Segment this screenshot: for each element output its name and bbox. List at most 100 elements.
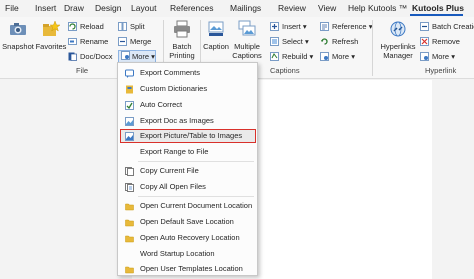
menu-item-label: Export Comments — [140, 68, 201, 77]
tab-view[interactable]: View — [318, 3, 336, 13]
group-file-label: File — [76, 66, 89, 75]
more-label: More — [132, 52, 150, 61]
tab-layout[interactable]: Layout — [131, 3, 157, 13]
menu-item-copy-current-file[interactable]: Copy Current File — [120, 164, 256, 178]
rename-button[interactable]: Rename — [68, 36, 108, 48]
chevron-down-icon: ▾ — [351, 52, 355, 61]
insert-button[interactable]: Insert ▾ — [270, 21, 307, 33]
captions-more-label: More — [332, 52, 350, 61]
tab-file[interactable]: File — [5, 3, 19, 13]
tab-kutools-plus[interactable]: Kutools Plus — [412, 3, 464, 13]
menu-separator — [138, 161, 254, 162]
merge-label: Merge — [130, 37, 152, 46]
star-icon — [43, 20, 61, 36]
reference-button[interactable]: Reference ▾ — [320, 21, 372, 33]
snapshot-label: Snapshot — [2, 42, 34, 51]
menu-item-label: Export Range to File — [140, 147, 209, 156]
menu-item-label: Copy Current File — [140, 166, 199, 175]
refresh-button[interactable]: Refresh — [320, 36, 358, 48]
multiple-captions-button[interactable]: Multiple Captions — [231, 20, 263, 60]
caption-button[interactable]: Caption — [202, 20, 230, 51]
menu-item-label: Open Default Save Location — [140, 217, 234, 226]
batch-creation-button[interactable]: Batch Creation — [420, 21, 474, 33]
menu-item-copy-all-open-files[interactable]: Copy All Open Files — [120, 180, 256, 194]
tab-kutools[interactable]: Kutools ™ — [368, 3, 407, 13]
multiple-captions-label-2: Captions — [232, 51, 262, 60]
menu-item-label: Auto Correct — [140, 100, 183, 109]
menu-item-label: Copy All Open Files — [140, 182, 206, 191]
menu-item-word-startup-location[interactable]: Word Startup Location — [120, 247, 256, 261]
select-button[interactable]: Select ▾ — [270, 36, 309, 48]
menu-item-export-picture-table-to-images[interactable]: Export Picture/Table to Images — [120, 129, 256, 143]
menu-item-label: Export Picture/Table to Images — [140, 131, 243, 140]
picture-export-icon — [125, 132, 134, 141]
copy-file-icon — [125, 167, 134, 176]
group-hyperlink-label: Hyperlink — [425, 66, 457, 75]
chevron-down-icon: ▾ — [304, 37, 309, 46]
menu-item-export-range-to-file[interactable]: Export Range to File — [120, 145, 256, 159]
insert-icon — [270, 22, 279, 31]
rebuild-icon — [270, 52, 279, 61]
chevron-down-icon: ▾ — [151, 52, 155, 61]
menu-item-open-auto-recovery-location[interactable]: Open Auto Recovery Location — [120, 231, 256, 245]
menu-item-label: Open Auto Recovery Location — [140, 233, 240, 242]
chevron-down-icon: ▾ — [451, 52, 455, 61]
select-icon — [270, 37, 279, 46]
split-label: Split — [130, 22, 145, 31]
remove-icon — [420, 37, 429, 46]
menu-item-export-doc-as-images[interactable]: Export Doc as Images — [120, 114, 256, 128]
menu-item-custom-dictionaries[interactable]: Custom Dictionaries — [120, 82, 256, 96]
copy-files-icon — [125, 183, 134, 192]
tab-draw[interactable]: Draw — [64, 3, 84, 13]
insert-label: Insert — [282, 22, 301, 31]
menu-item-label: Word Startup Location — [140, 249, 215, 258]
favorites-label: Favorites — [35, 42, 67, 51]
doc-docx-button[interactable]: Doc/Docx — [68, 51, 113, 63]
export-comments-icon — [125, 69, 134, 78]
remove-label: Remove — [432, 37, 460, 46]
more-icon — [121, 51, 130, 60]
hyperlink-more-button[interactable]: More ▾ — [420, 51, 455, 63]
remove-button[interactable]: Remove — [420, 36, 460, 48]
menu-item-open-current-document-location[interactable]: Open Current Document Location — [120, 199, 256, 213]
more-icon — [320, 52, 329, 61]
doc-convert-icon — [68, 52, 77, 61]
hyperlinks-manager-label-2: Manager — [383, 51, 413, 60]
reload-button[interactable]: Reload — [68, 21, 104, 33]
tab-references[interactable]: References — [170, 3, 213, 13]
tab-help[interactable]: Help — [348, 3, 365, 13]
hyperlinks-manager-button[interactable]: Hyperlinks Manager — [378, 20, 418, 60]
snapshot-button[interactable]: Snapshot — [2, 20, 34, 51]
menu-item-open-user-templates-location[interactable]: Open User Templates Location — [120, 262, 256, 276]
group-divider — [372, 20, 373, 76]
favorites-button[interactable]: Favorites — [35, 20, 67, 51]
tab-design[interactable]: Design — [95, 3, 121, 13]
tab-mailings[interactable]: Mailings — [230, 3, 261, 13]
more-dropdown-menu: Export Comments Custom Dictionaries Auto… — [117, 62, 258, 276]
hyperlink-icon — [390, 21, 406, 37]
batch-creation-icon — [420, 22, 429, 31]
hyperlink-more-label: More — [432, 52, 450, 61]
menu-item-export-comments[interactable]: Export Comments — [120, 66, 256, 80]
split-button[interactable]: Split — [118, 21, 145, 33]
reference-label: Reference — [332, 22, 367, 31]
merge-button[interactable]: Merge — [118, 36, 151, 48]
tab-insert[interactable]: Insert — [35, 3, 56, 13]
batch-printing-label-2: Printing — [169, 51, 195, 60]
reload-icon — [68, 22, 77, 31]
caption-label: Caption — [203, 42, 229, 51]
rebuild-button[interactable]: Rebuild ▾ — [270, 51, 313, 63]
menu-item-auto-correct[interactable]: Auto Correct — [120, 98, 256, 112]
menu-item-label: Export Doc as Images — [140, 116, 214, 125]
menu-item-open-default-save-location[interactable]: Open Default Save Location — [120, 215, 256, 229]
group-captions-label: Captions — [270, 66, 300, 75]
more-icon — [420, 52, 429, 61]
rename-label: Rename — [80, 37, 109, 46]
batch-printing-label-1: Batch — [172, 42, 192, 51]
tab-review[interactable]: Review — [278, 3, 306, 13]
multiple-captions-icon — [238, 20, 256, 36]
captions-more-button[interactable]: More ▾ — [320, 51, 355, 63]
batch-printing-button[interactable]: Batch Printing — [166, 20, 198, 60]
reference-icon — [320, 22, 329, 31]
printer-icon — [174, 20, 190, 38]
